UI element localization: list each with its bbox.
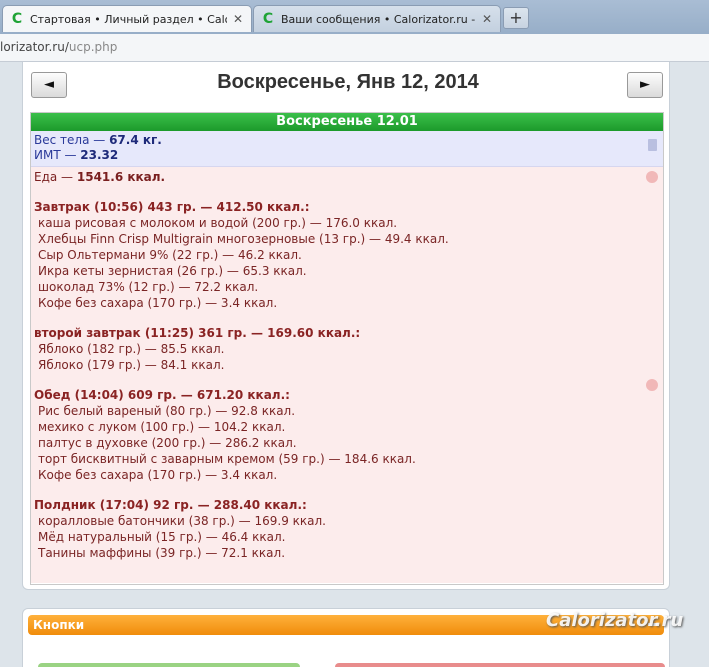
meal-breakfast: Завтрак (10:56) 443 гр. — 412.50 ккал.: … [34,199,663,311]
meal-item: Мёд натуральный (15 гр.) — 46.4 ккал. [38,530,286,544]
meal-item: Рис белый вареный (80 гр.) — 92.8 ккал. [38,404,296,418]
meal-item: Кофе без сахара (170 гр.) — 3.4 ккал. [38,468,278,482]
tab-title: Стартовая • Личный раздел • Calori... [30,12,227,26]
buttons-panel-title: Кнопки [33,618,85,632]
previous-day-button[interactable]: ◄ [31,72,67,98]
calorizator-favicon-icon: C [262,11,274,27]
meal-item: Хлебцы Finn Crisp Multigrain многозернов… [38,232,449,246]
food-label: Еда — [34,170,77,184]
watermark-logo: Calorizator.ru [546,610,684,631]
day-header: Воскресенье 12.01 [31,113,663,131]
calorizator-favicon-icon: C [11,11,23,27]
diary-card: ◄ Воскресенье, Янв 12, 2014 ► Воскресень… [22,62,670,590]
meal-item: Икра кеты зернистая (26 гр.) — 65.3 ккал… [38,264,307,278]
meal-item: мехико с луком (100 гр.) — 104.2 ккал. [38,420,286,434]
body-weight-line: Вес тела — 67.4 кг. [34,133,663,148]
add-activity-button[interactable] [335,663,665,667]
delete-weight-icon[interactable] [648,139,657,151]
meal-title: Полдник (17:04) 92 гр. — 288.40 ккал.: [34,498,307,512]
weight-value: 67.4 кг. [109,133,162,147]
meal-item: коралловые батончики (38 гр.) — 169.9 кк… [38,514,326,528]
bmi-value: 23.32 [80,148,119,162]
tab-title: Ваши сообщения • Calorizator.ru - ... [281,12,476,26]
weight-label: Вес тела — [34,133,110,147]
close-tab-icon[interactable]: ✕ [480,12,494,26]
food-total-line: Еда — 1541.6 ккал. [34,169,663,185]
food-section: Еда — 1541.6 ккал. Завтрак (10:56) 443 г… [31,167,663,583]
url-host: lorizator.ru/ [0,40,69,54]
meal-item: каша рисовая с молоком и водой (200 гр.)… [38,216,398,230]
meal-item: палтус в духовке (200 гр.) — 286.2 ккал. [38,436,297,450]
tab-startovaya[interactable]: C Стартовая • Личный раздел • Calori... … [2,5,252,32]
meal-item: Яблоко (182 гр.) — 85.5 ккал. [38,342,225,356]
url-text[interactable]: lorizator.ru/ucp.php [0,40,117,54]
bmi-line: ИМТ — 23.32 [34,148,663,163]
meal-item: торт бисквитный с заварным кремом (59 гр… [38,452,416,466]
meal-snack: Полдник (17:04) 92 гр. — 288.40 ккал.: к… [34,497,663,561]
meal-second-breakfast: второй завтрак (11:25) 361 гр. — 169.60 … [34,325,663,373]
add-food-button[interactable] [38,663,300,667]
tab-messages[interactable]: C Ваши сообщения • Calorizator.ru - ... … [253,5,501,32]
weight-section: Вес тела — 67.4 кг. ИМТ — 23.32 [31,131,663,167]
meal-item: Яблоко (179 гр.) — 84.1 ккал. [38,358,225,372]
food-value: 1541.6 ккал. [76,170,166,184]
meal-lunch: Обед (14:04) 609 гр. — 671.20 ккал.: Рис… [34,387,663,483]
browser-tab-bar: C Стартовая • Личный раздел • Calori... … [0,0,709,34]
meal-title: второй завтрак (11:25) 361 гр. — 169.60 … [34,326,361,340]
edit-meal-icon[interactable] [646,379,658,391]
page-content: ◄ Воскресенье, Янв 12, 2014 ► Воскресень… [0,62,709,667]
url-path: ucp.php [68,40,118,54]
address-bar[interactable]: lorizator.ru/ucp.php [0,34,709,62]
date-title: Воскресенье, Янв 12, 2014 [217,71,479,93]
day-summary: Воскресенье 12.01 Вес тела — 67.4 кг. ИМ… [30,112,664,585]
meal-title: Завтрак (10:56) 443 гр. — 412.50 ккал.: [34,200,310,214]
bmi-label: ИМТ — [34,148,81,162]
meal-item: Танины маффины (39 гр.) — 72.1 ккал. [38,546,286,560]
next-day-button[interactable]: ► [627,72,663,98]
new-tab-button[interactable]: + [503,7,529,29]
meal-item: шоколад 73% (12 гр.) — 72.2 ккал. [38,280,259,294]
meal-item: Сыр Ольтермани 9% (22 гр.) — 46.2 ккал. [38,248,302,262]
meal-title: Обед (14:04) 609 гр. — 671.20 ккал.: [34,388,290,402]
edit-food-icon[interactable] [646,171,658,183]
meal-item: Кофе без сахара (170 гр.) — 3.4 ккал. [38,296,278,310]
close-tab-icon[interactable]: ✕ [231,12,245,26]
